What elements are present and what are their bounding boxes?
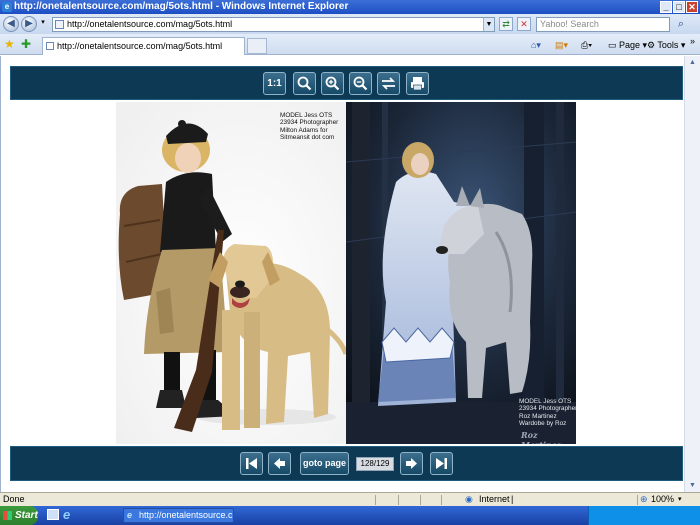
status-text: Done	[3, 494, 25, 504]
tools-menu-label: Tools	[657, 40, 679, 50]
status-divider	[398, 495, 399, 505]
tab-page-icon	[46, 42, 54, 50]
add-favorites-icon[interactable]: ✚	[21, 37, 31, 51]
ie-task-icon: e	[127, 510, 133, 520]
address-row: ◀ ▶ ▾ http://onetalentsource.com/mag/5ot…	[0, 14, 700, 34]
back-button[interactable]: ◀	[3, 16, 19, 32]
right-page-credit: MODEL Jess OTS 23934 Photographer Roz Ma…	[519, 398, 576, 428]
last-page-icon[interactable]	[430, 452, 453, 475]
right-page-photo	[346, 102, 576, 444]
internet-zone-icon: ◉	[465, 494, 473, 504]
magazine-page-right[interactable]: MODEL Jess OTS 23934 Photographer Roz Ma…	[346, 102, 576, 444]
stop-button[interactable]: ✕	[517, 17, 531, 31]
taskbar: Start e e http://onetalentsource.c...	[0, 506, 700, 525]
window-title: http://onetalentsource.com/mag/5ots.html…	[14, 1, 349, 12]
search-input[interactable]: Yahoo! Search	[536, 17, 670, 32]
page-number-input[interactable]: 128/129	[356, 457, 394, 471]
flip-view-icon[interactable]	[377, 72, 400, 95]
magazine-spread[interactable]: MODEL Jess OTS 23934 Photographer Milton…	[116, 102, 576, 444]
tools-menu[interactable]: ⚙ Tools ▾	[647, 38, 685, 52]
scroll-down-arrow-icon[interactable]: ▼	[687, 480, 698, 491]
ie-quicklaunch-icon[interactable]: e	[63, 507, 70, 522]
scroll-up-arrow-icon[interactable]: ▲	[687, 57, 698, 68]
page-menu[interactable]: ▭ Page ▾	[608, 38, 647, 52]
first-page-icon[interactable]	[240, 452, 263, 475]
address-dropdown-icon[interactable]: ▼	[483, 18, 494, 31]
page-menu-label: Page	[619, 40, 641, 50]
maximize-button[interactable]: □	[673, 1, 685, 13]
address-url: http://onetalentsource.com/mag/5ots.html	[67, 19, 233, 29]
close-window-button[interactable]: ✕	[686, 1, 698, 13]
page-icon	[55, 20, 64, 29]
photographer-signature: Roz Martinez	[521, 430, 561, 444]
zone-separator: |	[511, 494, 514, 504]
goto-page-button[interactable]: goto page	[300, 452, 349, 475]
page-content: 1:1 MODEL Jess OTS 23934 Photographer Mi…	[0, 56, 700, 492]
tab-row: ★ ✚ http://onetalentsource.com/mag/5ots.…	[0, 34, 700, 55]
left-page-photo	[116, 102, 346, 444]
left-page-credit: MODEL Jess OTS 23934 Photographer Milton…	[280, 112, 339, 142]
vertical-scrollbar[interactable]: ▲ ▼	[684, 56, 700, 492]
status-divider	[375, 495, 376, 505]
new-tab-button[interactable]	[247, 38, 267, 54]
status-divider	[441, 495, 442, 505]
zoom-icon[interactable]	[293, 72, 316, 95]
security-zone: Internet	[479, 494, 510, 504]
print-page-icon[interactable]	[406, 72, 429, 95]
title-bar: e http://onetalentsource.com/mag/5ots.ht…	[0, 0, 700, 14]
viewer-toolbar: 1:1	[10, 66, 683, 100]
chevron-more-icon[interactable]: »	[690, 34, 695, 48]
system-tray	[588, 506, 700, 525]
taskbar-window-label: http://onetalentsource.c...	[139, 510, 234, 520]
forward-button[interactable]: ▶	[21, 16, 37, 32]
zoom-out-icon[interactable]	[349, 72, 372, 95]
recent-pages-dropdown[interactable]: ▾	[38, 17, 48, 31]
start-label: Start	[15, 510, 38, 521]
zoom-level[interactable]: 100%	[651, 493, 674, 506]
status-divider	[420, 495, 421, 505]
windows-flag-icon	[3, 511, 12, 520]
status-divider	[637, 495, 638, 505]
address-field[interactable]: http://onetalentsource.com/mag/5ots.html…	[52, 17, 495, 32]
actual-size-button[interactable]: 1:1	[263, 72, 286, 95]
ie-app-icon: e	[2, 2, 12, 12]
feeds-icon[interactable]: ▤▾	[555, 38, 568, 52]
taskbar-window-button[interactable]: e http://onetalentsource.c...	[123, 508, 234, 523]
show-desktop-icon[interactable]	[47, 509, 59, 520]
search-icon[interactable]: ⌕	[673, 17, 689, 32]
browser-window: e http://onetalentsource.com/mag/5ots.ht…	[0, 0, 700, 525]
magazine-page-left[interactable]: MODEL Jess OTS 23934 Photographer Milton…	[116, 102, 346, 444]
next-page-icon[interactable]	[400, 452, 423, 475]
status-bar: Done ◉ Internet | ⊕ 100% ▾	[0, 492, 700, 506]
refresh-button[interactable]: ⇄	[499, 17, 513, 31]
previous-page-icon[interactable]	[268, 452, 291, 475]
page-navigation-bar: goto page 128/129	[10, 446, 683, 481]
zoom-in-icon[interactable]	[321, 72, 344, 95]
search-placeholder: Yahoo! Search	[540, 19, 599, 29]
tab-label: http://onetalentsource.com/mag/5ots.html	[57, 41, 223, 51]
zoom-globe-icon: ⊕	[640, 494, 648, 504]
start-button[interactable]: Start	[0, 506, 38, 525]
tab-current[interactable]: http://onetalentsource.com/mag/5ots.html	[42, 37, 245, 55]
home-icon[interactable]: ⌂▾	[531, 38, 541, 52]
print-icon[interactable]: ⎙▾	[581, 38, 592, 52]
minimize-button[interactable]: _	[660, 1, 672, 13]
favorites-star-icon[interactable]: ★	[4, 37, 15, 51]
zoom-dropdown-icon[interactable]: ▾	[678, 493, 682, 506]
